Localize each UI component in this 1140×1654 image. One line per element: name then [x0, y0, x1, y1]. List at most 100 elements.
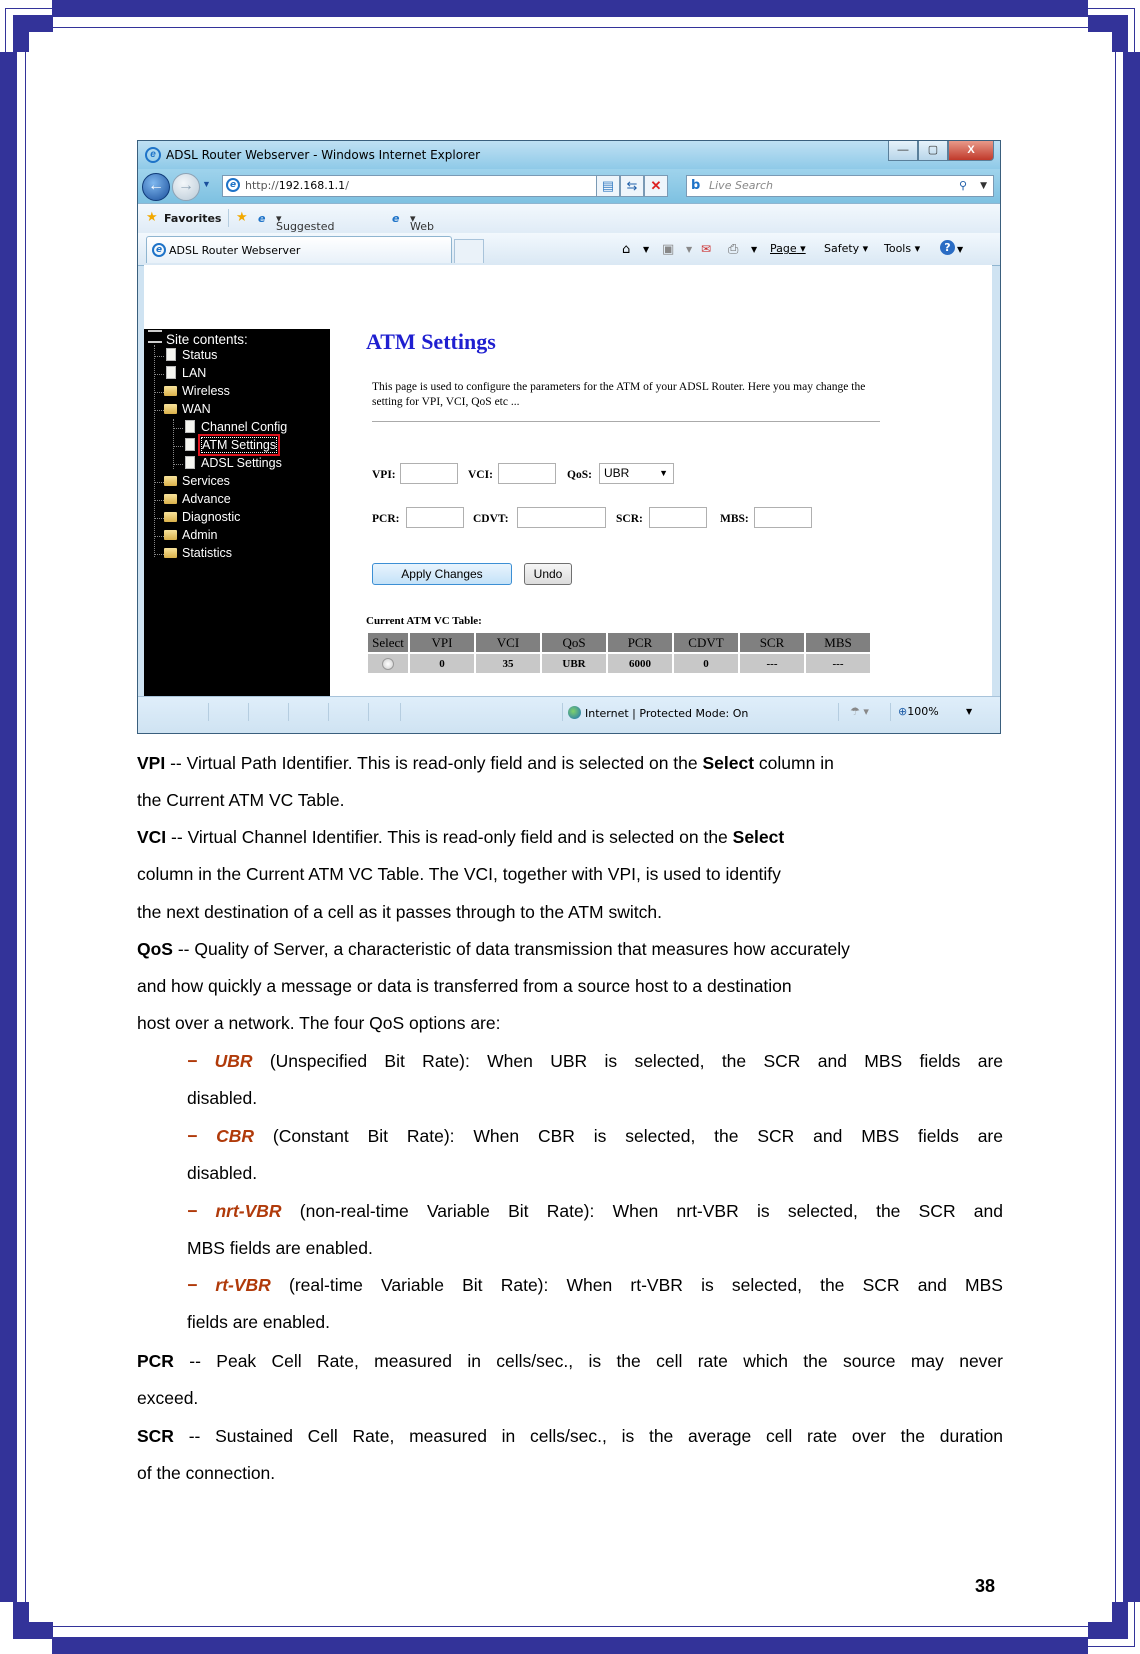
mbs-field[interactable]	[754, 507, 812, 528]
vci-paragraph-line2: column in the Current ATM VC Table. The …	[137, 864, 781, 884]
page-menu-label: Page	[770, 242, 797, 255]
new-tab-button[interactable]	[454, 239, 484, 263]
sidebar-item-wireless[interactable]: Wireless	[154, 383, 230, 400]
frame-top-bar	[52, 0, 1088, 17]
sidebar-item-status[interactable]: Status	[154, 347, 217, 364]
feeds-dropdown-icon[interactable]: ▼	[686, 245, 692, 254]
maximize-button[interactable]: ▢	[918, 141, 948, 161]
read-mail-icon[interactable]: ✉	[701, 242, 711, 256]
feeds-icon[interactable]: ▣	[662, 242, 674, 257]
sidebar-item-label-selected: ATM Settings	[197, 434, 281, 456]
document-icon	[185, 456, 195, 469]
bold-select: Select	[732, 827, 785, 847]
scr-field[interactable]	[649, 507, 707, 528]
suggested-sites-link[interactable]: Suggested Sites ▾	[276, 212, 334, 246]
minimize-button[interactable]: —	[888, 141, 918, 161]
window-title: ADSL Router Webserver - Windows Internet…	[166, 148, 481, 162]
sidebar-item-label: Diagnostic	[182, 510, 241, 524]
stop-button[interactable]: ✕	[644, 175, 668, 197]
help-icon[interactable]: ?	[940, 240, 955, 255]
document-icon	[166, 348, 176, 361]
status-divider	[248, 703, 249, 721]
forward-button[interactable]: →	[172, 173, 200, 201]
tree-branch	[154, 554, 164, 555]
bullet: −	[187, 1201, 198, 1221]
sidebar-item-label: WAN	[182, 402, 211, 416]
page-menu[interactable]: Page ▾	[770, 242, 806, 255]
col-vpi: VPI	[410, 633, 474, 652]
undo-button[interactable]: Undo	[524, 563, 572, 585]
tab-row: e ADSL Router Webserver ⌂ ▼ ▣ ▼ ✉ ⎙ ▼ Pa…	[138, 233, 1000, 266]
tab-adsl-router[interactable]: e ADSL Router Webserver	[146, 236, 452, 263]
web-slice-ie-icon: e	[392, 212, 400, 225]
frame-corner-line	[1134, 1602, 1135, 1647]
status-divider	[368, 703, 369, 721]
qos-option-ubr-cont: disabled.	[187, 1088, 258, 1108]
vci-field[interactable]	[498, 463, 556, 484]
vc-table: Select VPI VCI QoS PCR CDVT SCR MBS 0 35…	[366, 631, 872, 675]
web-slice-gallery-link[interactable]: Web Slice Gallery ▾	[410, 212, 449, 259]
sidebar-item-wan[interactable]: WAN	[154, 401, 211, 418]
close-button[interactable]: X	[948, 141, 994, 161]
sidebar-item-atm-settings[interactable]: ATM Settings	[173, 434, 281, 456]
back-button[interactable]: ←	[142, 173, 170, 201]
tab-label: ADSL Router Webserver	[169, 244, 301, 257]
sidebar-item-services[interactable]: Services	[154, 473, 230, 490]
sidebar-item-adsl-settings[interactable]: ADSL Settings	[173, 455, 282, 472]
home-dropdown-icon[interactable]: ▼	[643, 245, 649, 254]
search-magnifier-icon[interactable]: ⚲	[959, 176, 967, 196]
address-bar[interactable]: e http://192.168.1.1/ ▼	[222, 175, 658, 197]
qos-select[interactable]: UBR ▼	[599, 463, 674, 484]
zoom-control[interactable]: ⊕100%	[898, 705, 939, 718]
sidebar-item-label: ADSL Settings	[201, 456, 282, 470]
status-divider	[562, 703, 563, 721]
recent-pages-dropdown-icon[interactable]: ▼	[202, 179, 211, 189]
sidebar-item-lan[interactable]: LAN	[154, 365, 206, 382]
vpi-field[interactable]	[400, 463, 458, 484]
apply-changes-button[interactable]: Apply Changes	[372, 563, 512, 585]
safety-menu[interactable]: Safety ▾	[824, 242, 868, 255]
sidebar-item-diagnostic[interactable]: Diagnostic	[154, 509, 240, 526]
text: -- Sustained Cell Rate, measured in cell…	[173, 1426, 1003, 1446]
compatibility-icon: ▤	[601, 178, 615, 193]
qos-paragraph-line2: and how quickly a message or data is tra…	[137, 976, 792, 996]
pcr-field[interactable]	[406, 507, 464, 528]
address-prefix: http://	[245, 179, 279, 192]
text: (Constant Bit Rate): When CBR is selecte…	[254, 1126, 1003, 1146]
vci-paragraph-line3: the next destination of a cell as it pas…	[137, 902, 662, 922]
cdvt-field[interactable]	[517, 507, 606, 528]
home-icon[interactable]: ⌂	[622, 242, 630, 257]
security-zone[interactable]: Internet | Protected Mode: On	[568, 706, 748, 720]
protected-mode-icon[interactable]: ☂ ▾	[850, 705, 869, 718]
document-icon	[185, 420, 195, 433]
scr-label: SCR:	[616, 513, 643, 525]
search-placeholder: Live Search	[709, 179, 773, 192]
sidebar-item-advance[interactable]: Advance	[154, 491, 231, 508]
qos-option-ubr: − UBR (Unspecified Bit Rate): When UBR i…	[187, 1043, 1003, 1080]
sidebar-item-channel-config[interactable]: Channel Config	[173, 419, 287, 436]
add-to-favorites-icon[interactable]: ★	[236, 210, 248, 225]
browser-window: e ADSL Router Webserver - Windows Intern…	[137, 140, 1001, 734]
tools-menu[interactable]: Tools ▾	[884, 242, 920, 255]
address-suffix: /	[345, 179, 349, 192]
refresh-button[interactable]: ⇆	[620, 175, 644, 197]
favorites-button[interactable]: Favorites	[164, 212, 221, 225]
help-dropdown-icon[interactable]: ▼	[957, 245, 963, 254]
search-dropdown-icon[interactable]: ▼	[980, 176, 987, 196]
tree-branch	[154, 500, 164, 501]
tree-branch	[154, 518, 164, 519]
window-controls: — ▢ X	[888, 141, 994, 161]
print-icon[interactable]: ⎙	[728, 242, 738, 257]
search-input[interactable]: b Live Search ⚲ ▼	[686, 175, 994, 197]
select-radio[interactable]	[382, 657, 394, 670]
sidebar-item-admin[interactable]: Admin	[154, 527, 217, 544]
sidebar-item-statistics[interactable]: Statistics	[154, 545, 232, 562]
folder-icon	[164, 476, 177, 486]
print-dropdown-icon[interactable]: ▼	[751, 245, 757, 254]
globe-icon	[568, 706, 581, 719]
vpi-label: VPI:	[372, 469, 396, 481]
folder-open-icon	[164, 404, 177, 414]
zoom-dropdown-icon[interactable]: ▼	[966, 707, 972, 716]
folder-icon	[164, 530, 177, 540]
compatibility-view-button[interactable]: ▤	[596, 175, 620, 197]
